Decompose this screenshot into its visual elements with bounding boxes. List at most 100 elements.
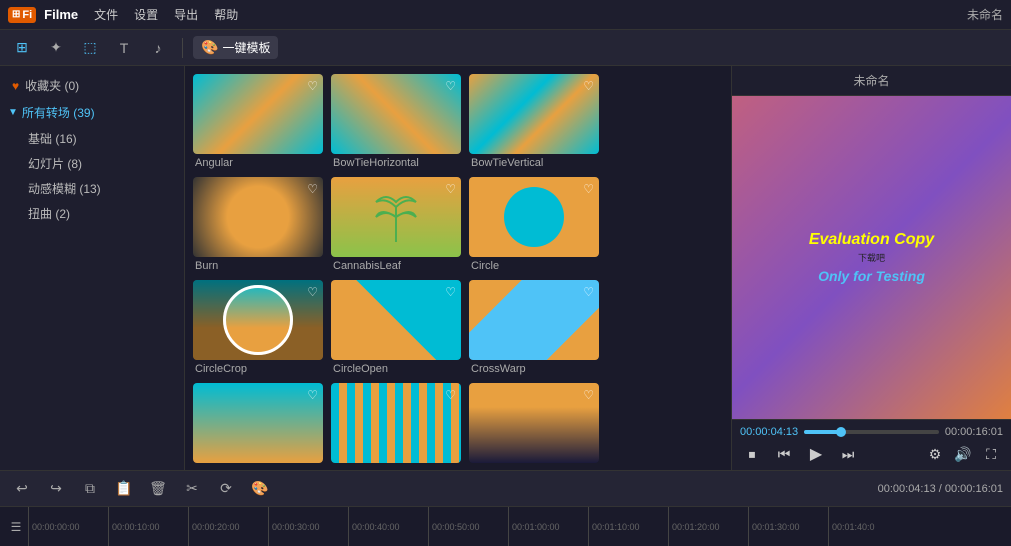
label-circlecrop: CircleCrop [193, 363, 323, 375]
card-circlecrop[interactable]: ♡ CircleCrop [193, 280, 323, 375]
card-circleopen[interactable]: ♡ CircleOpen [331, 280, 461, 375]
time-total: 00:00:16:01 [945, 426, 1003, 438]
undo-button[interactable]: ↩ [8, 475, 36, 503]
dynamic-label: 动感模糊 (13) [28, 182, 101, 196]
card-bowtie-h[interactable]: ♡ BowTieHorizontal [331, 74, 461, 169]
controls-row: ⏹ ⏮ ▶ ⏭ ⚙ 🔊 ⛶ [740, 442, 1003, 466]
toolbar-text-icon[interactable]: T [110, 34, 138, 62]
favorite-more3-icon[interactable]: ♡ [583, 388, 594, 402]
card-cannabis[interactable]: ♡ CannabisLeaf [331, 177, 461, 272]
time-display: 00:00:04:13 / 00:00:16:01 [878, 483, 1003, 495]
mark-6: 00:01:00:00 [508, 507, 588, 546]
stop-button[interactable]: ⏹ [740, 442, 764, 466]
sidebar-favorites[interactable]: ♥ 收藏夹 (0) [0, 72, 184, 99]
template-icon: 🎨 [201, 39, 218, 56]
timeline-menu-icon[interactable]: ☰ [4, 515, 28, 539]
timeline-ruler: 00:00:00:00 00:00:10:00 00:00:20:00 00:0… [28, 507, 1007, 546]
mark-0: 00:00:00:00 [28, 507, 108, 546]
label-crosswarp: CrossWarp [469, 363, 599, 375]
all-transitions-label: 所有转场 (39) [22, 104, 95, 121]
eval-text-line2: 下载吧 [858, 251, 885, 264]
card-more1[interactable]: ♡ [193, 383, 323, 466]
favorite-bowtie-h-icon[interactable]: ♡ [445, 79, 456, 93]
favorite-crosswarp-icon[interactable]: ♡ [583, 285, 594, 299]
mark-9: 00:01:30:00 [748, 507, 828, 546]
sidebar: ♥ 收藏夹 (0) 所有转场 (39) 基础 (16) 幻灯片 (8) 动感模糊… [0, 66, 185, 470]
card-circle[interactable]: ♡ Circle [469, 177, 599, 272]
redo-button[interactable]: ↪ [42, 475, 70, 503]
favorite-circlecrop-icon[interactable]: ♡ [307, 285, 318, 299]
heart-icon: ♥ [12, 79, 19, 93]
favorite-cannabis-icon[interactable]: ♡ [445, 182, 456, 196]
favorite-burn-icon[interactable]: ♡ [307, 182, 318, 196]
mark-4: 00:00:40:00 [348, 507, 428, 546]
favorite-circleopen-icon[interactable]: ♡ [445, 285, 456, 299]
favorite-circle-icon[interactable]: ♡ [583, 182, 594, 196]
mark-1: 00:00:10:00 [108, 507, 188, 546]
logo-text: Fi [22, 9, 32, 21]
card-more3[interactable]: ♡ [469, 383, 599, 466]
volume-icon[interactable]: 🔊 [951, 442, 975, 466]
favorite-angular-icon[interactable]: ♡ [307, 79, 318, 93]
fullscreen-icon[interactable]: ⛶ [979, 442, 1003, 466]
one-key-template-button[interactable]: 🎨 一键模板 [193, 36, 278, 59]
play-button[interactable]: ▶ [804, 442, 828, 466]
sidebar-slideshow[interactable]: 幻灯片 (8) [0, 151, 184, 176]
toolbar-audio-icon[interactable]: ♪ [144, 34, 172, 62]
menu-export[interactable]: 导出 [174, 6, 198, 23]
label-circle: Circle [469, 260, 599, 272]
thumb-cannabis: ♡ [331, 177, 461, 257]
thumb-more2: ♡ [331, 383, 461, 463]
favorite-bowtie-v-icon[interactable]: ♡ [583, 79, 594, 93]
rotate-button[interactable]: ⟳ [212, 475, 240, 503]
crop-button[interactable]: ✂ [178, 475, 206, 503]
menu-settings[interactable]: 设置 [134, 6, 158, 23]
menu-file[interactable]: 文件 [94, 6, 118, 23]
player-controls: 00:00:04:13 00:00:16:01 ⏹ ⏮ ▶ ⏭ ⚙ 🔊 ⛶ [732, 419, 1011, 470]
prev-frame-button[interactable]: ⏮ [772, 442, 796, 466]
bottom-toolbar: ↩ ↪ ⧉ 📋 🗑 ✂ ⟳ 🎨 00:00:04:13 / 00:00:16:0… [0, 470, 1011, 506]
copy-button[interactable]: ⧉ [76, 475, 104, 503]
sidebar-distort[interactable]: 扭曲 (2) [0, 201, 184, 226]
app-logo: ⊞ Fi [8, 7, 36, 23]
toolbar-transitions-icon[interactable]: ⬚ [76, 34, 104, 62]
favorite-more2-icon[interactable]: ♡ [445, 388, 456, 402]
circlecrop-shape [223, 285, 293, 355]
card-bowtie-v[interactable]: ♡ BowTieVertical [469, 74, 599, 169]
settings-icon[interactable]: ⚙ [923, 442, 947, 466]
preview-pane: 未命名 Evaluation Copy 下载吧 Only for Testing… [731, 66, 1011, 470]
mark-2: 00:00:20:00 [188, 507, 268, 546]
mark-5: 00:00:50:00 [428, 507, 508, 546]
distort-label: 扭曲 (2) [28, 207, 70, 221]
slideshow-label: 幻灯片 (8) [28, 157, 82, 171]
menu-bar: 文件 设置 导出 帮助 [94, 6, 238, 23]
thumb-more3: ♡ [469, 383, 599, 463]
toolbar-effects-icon[interactable]: ✦ [42, 34, 70, 62]
app-name: Filme [44, 7, 78, 22]
card-more2[interactable]: ♡ [331, 383, 461, 466]
card-angular[interactable]: ♡ Angular [193, 74, 323, 169]
sidebar-basic[interactable]: 基础 (16) [0, 126, 184, 151]
menu-help[interactable]: 帮助 [214, 6, 238, 23]
logo-icon: ⊞ [12, 9, 20, 20]
label-bowtie-v: BowTieVertical [469, 157, 599, 169]
progress-bar[interactable] [804, 430, 939, 434]
progress-thumb [836, 427, 846, 437]
time-row: 00:00:04:13 00:00:16:01 [740, 426, 1003, 438]
thumb-more1: ♡ [193, 383, 323, 463]
transitions-grid: ♡ Angular ♡ BowTieHorizontal ♡ BowTieVer… [185, 66, 731, 470]
titlebar: ⊞ Fi Filme 文件 设置 导出 帮助 未命名 [0, 0, 1011, 30]
toolbar-media-icon[interactable]: ⊞ [8, 34, 36, 62]
sidebar-all-transitions[interactable]: 所有转场 (39) [0, 99, 184, 126]
delete-button[interactable]: 🗑 [144, 475, 172, 503]
preview-screen: Evaluation Copy 下载吧 Only for Testing [732, 96, 1011, 419]
card-burn[interactable]: ♡ Burn [193, 177, 323, 272]
eval-background: Evaluation Copy 下载吧 Only for Testing [732, 96, 1011, 419]
favorite-more1-icon[interactable]: ♡ [307, 388, 318, 402]
basic-label: 基础 (16) [28, 132, 77, 146]
color-button[interactable]: 🎨 [246, 475, 274, 503]
sidebar-dynamic[interactable]: 动感模糊 (13) [0, 176, 184, 201]
next-frame-button[interactable]: ⏭ [836, 442, 860, 466]
card-crosswarp[interactable]: ♡ CrossWarp [469, 280, 599, 375]
paste-button[interactable]: 📋 [110, 475, 138, 503]
